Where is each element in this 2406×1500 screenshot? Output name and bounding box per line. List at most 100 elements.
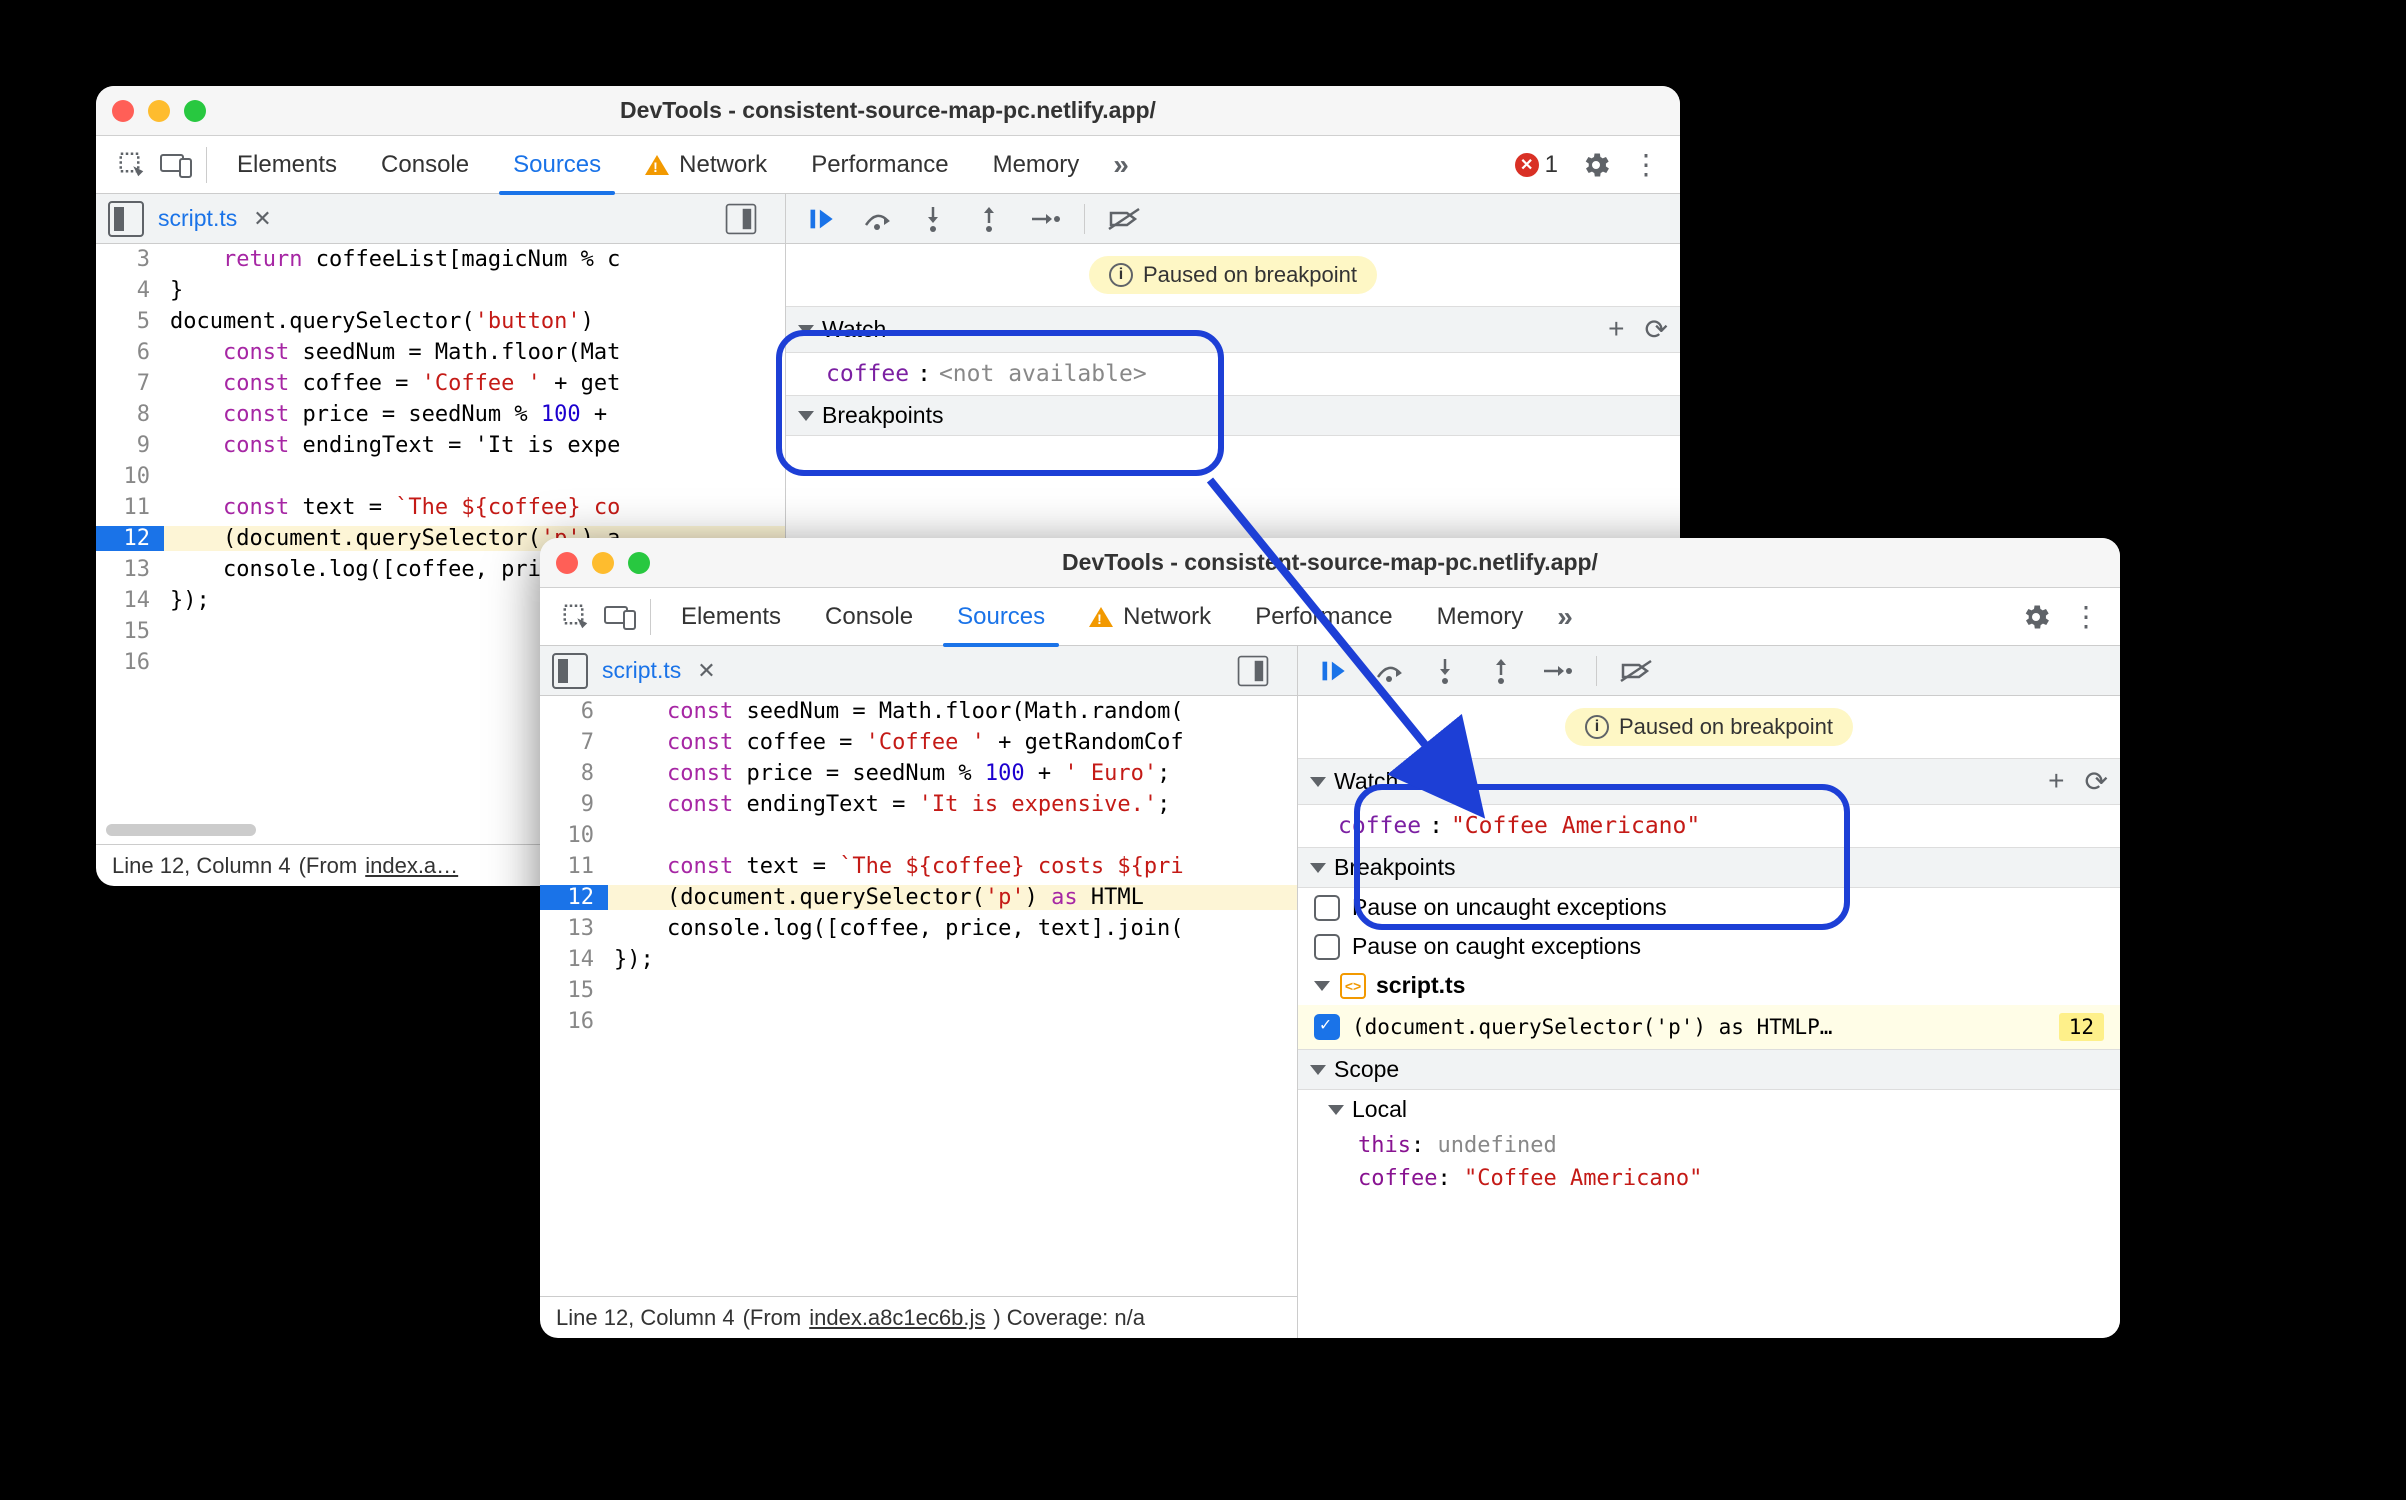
maximize-window-icon[interactable] bbox=[184, 100, 206, 122]
code-line[interactable]: 6 const seedNum = Math.floor(Mat bbox=[96, 337, 785, 368]
code-line[interactable]: 12 (document.querySelector('p') as HTML bbox=[540, 882, 1297, 913]
file-tab[interactable]: script.ts ✕ bbox=[602, 657, 716, 684]
pause-caught-checkbox[interactable]: Pause on caught exceptions bbox=[1298, 927, 2120, 966]
settings-gear-icon[interactable] bbox=[1580, 149, 1612, 181]
resume-icon[interactable] bbox=[804, 202, 838, 236]
code-line[interactable]: 15 bbox=[540, 975, 1297, 1006]
code-line[interactable]: 7 const coffee = 'Coffee ' + getRandomCo… bbox=[540, 727, 1297, 758]
pause-uncaught-checkbox[interactable]: Pause on uncaught exceptions bbox=[1298, 888, 2120, 927]
main-tabrow: Elements Console Sources Network Perform… bbox=[96, 136, 1680, 194]
close-window-icon[interactable] bbox=[556, 552, 578, 574]
settings-gear-icon[interactable] bbox=[2020, 601, 2052, 633]
editor-subbar: script.ts ✕ bbox=[540, 646, 1297, 696]
inspect-icon[interactable] bbox=[554, 595, 598, 639]
close-window-icon[interactable] bbox=[112, 100, 134, 122]
breakpoints-header[interactable]: Breakpoints bbox=[1298, 847, 2120, 888]
add-watch-icon[interactable]: + bbox=[2048, 765, 2064, 798]
scope-header[interactable]: Scope bbox=[1298, 1049, 2120, 1090]
checkbox-icon[interactable] bbox=[1314, 1014, 1340, 1040]
navigator-toggle-icon[interactable] bbox=[108, 201, 144, 237]
tab-memory[interactable]: Memory bbox=[1415, 588, 1546, 646]
watch-header[interactable]: Watch + ⟳ bbox=[786, 306, 1680, 353]
code-line[interactable]: 16 bbox=[540, 1006, 1297, 1037]
code-editor[interactable]: 6 const seedNum = Math.floor(Math.random… bbox=[540, 696, 1297, 1296]
step-icon[interactable] bbox=[1028, 202, 1062, 236]
step-into-icon[interactable] bbox=[1428, 654, 1462, 688]
tab-console[interactable]: Console bbox=[803, 588, 935, 646]
error-count-badge[interactable]: ✕ 1 bbox=[1515, 151, 1558, 179]
close-icon[interactable]: ✕ bbox=[253, 206, 271, 232]
more-menu-icon[interactable]: ⋮ bbox=[2062, 600, 2110, 633]
refresh-watch-icon[interactable]: ⟳ bbox=[2085, 765, 2108, 798]
deactivate-breakpoints-icon[interactable] bbox=[1107, 202, 1141, 236]
deactivate-breakpoints-icon[interactable] bbox=[1619, 654, 1653, 688]
watch-expression[interactable]: coffee: "Coffee Americano" bbox=[1298, 805, 2120, 847]
device-toggle-icon[interactable] bbox=[598, 595, 642, 639]
tab-console[interactable]: Console bbox=[359, 136, 491, 194]
tab-sources[interactable]: Sources bbox=[935, 588, 1067, 646]
code-line[interactable]: 3 return coffeeList[magicNum % c bbox=[96, 244, 785, 275]
step-out-icon[interactable] bbox=[972, 202, 1006, 236]
tab-elements[interactable]: Elements bbox=[215, 136, 359, 194]
step-over-icon[interactable] bbox=[860, 202, 894, 236]
breakpoints-header[interactable]: Breakpoints bbox=[786, 395, 1680, 436]
tabs-overflow-icon[interactable]: » bbox=[1545, 601, 1585, 633]
code-line[interactable]: 7 const coffee = 'Coffee ' + get bbox=[96, 368, 785, 399]
code-line[interactable]: 8 const price = seedNum % 100 + ' Euro'; bbox=[540, 758, 1297, 789]
file-icon: <> bbox=[1340, 973, 1366, 999]
chevron-down-icon bbox=[1314, 981, 1330, 991]
code-line[interactable]: 10 bbox=[540, 820, 1297, 851]
status-bar: Line 12, Column 4 (From index.a8c1ec6b.j… bbox=[540, 1296, 1297, 1338]
tab-sources[interactable]: Sources bbox=[491, 136, 623, 194]
chevron-down-icon bbox=[1310, 863, 1326, 873]
code-line[interactable]: 6 const seedNum = Math.floor(Math.random… bbox=[540, 696, 1297, 727]
minimize-window-icon[interactable] bbox=[592, 552, 614, 574]
step-out-icon[interactable] bbox=[1484, 654, 1518, 688]
horizontal-scrollbar[interactable] bbox=[106, 824, 256, 836]
step-over-icon[interactable] bbox=[1372, 654, 1406, 688]
maximize-window-icon[interactable] bbox=[628, 552, 650, 574]
sourcemap-link[interactable]: index.a8c1ec6b.js bbox=[809, 1305, 985, 1331]
code-line[interactable]: 13 console.log([coffee, price, text].joi… bbox=[540, 913, 1297, 944]
breakpoint-file-header[interactable]: <> script.ts bbox=[1298, 966, 2120, 1005]
tab-performance[interactable]: Performance bbox=[1233, 588, 1414, 646]
tab-elements[interactable]: Elements bbox=[659, 588, 803, 646]
step-icon[interactable] bbox=[1540, 654, 1574, 688]
minimize-window-icon[interactable] bbox=[148, 100, 170, 122]
close-icon[interactable]: ✕ bbox=[697, 658, 715, 684]
titlebar: DevTools - consistent-source-map-pc.netl… bbox=[96, 86, 1680, 136]
code-line[interactable]: 11 const text = `The ${coffee} costs ${p… bbox=[540, 851, 1297, 882]
resume-icon[interactable] bbox=[1316, 654, 1350, 688]
code-line[interactable]: 10 bbox=[96, 461, 785, 492]
refresh-watch-icon[interactable]: ⟳ bbox=[1645, 313, 1668, 346]
code-line[interactable]: 8 const price = seedNum % 100 + bbox=[96, 399, 785, 430]
inspect-icon[interactable] bbox=[110, 143, 154, 187]
code-line[interactable]: 5document.querySelector('button') bbox=[96, 306, 785, 337]
code-line[interactable]: 11 const text = `The ${coffee} co bbox=[96, 492, 785, 523]
code-line[interactable]: 9 const endingText = 'It is expensive.'; bbox=[540, 789, 1297, 820]
main-tabrow: Elements Console Sources Network Perform… bbox=[540, 588, 2120, 646]
tabs-overflow-icon[interactable]: » bbox=[1101, 149, 1141, 181]
more-menu-icon[interactable]: ⋮ bbox=[1622, 148, 1670, 181]
checkbox-icon[interactable] bbox=[1314, 895, 1340, 921]
device-toggle-icon[interactable] bbox=[154, 143, 198, 187]
code-line[interactable]: 4} bbox=[96, 275, 785, 306]
tab-network[interactable]: Network bbox=[623, 136, 789, 194]
more-panel-icon[interactable] bbox=[1238, 655, 1269, 686]
add-watch-icon[interactable]: + bbox=[1608, 313, 1624, 346]
tab-memory[interactable]: Memory bbox=[971, 136, 1102, 194]
scope-local-header[interactable]: Local bbox=[1298, 1090, 2120, 1129]
code-line[interactable]: 9 const endingText = 'It is expe bbox=[96, 430, 785, 461]
watch-expression[interactable]: coffee: <not available> bbox=[786, 353, 1680, 395]
watch-header[interactable]: Watch + ⟳ bbox=[1298, 758, 2120, 805]
file-tab[interactable]: script.ts ✕ bbox=[158, 205, 272, 232]
tab-performance[interactable]: Performance bbox=[789, 136, 970, 194]
step-into-icon[interactable] bbox=[916, 202, 950, 236]
tab-network[interactable]: Network bbox=[1067, 588, 1233, 646]
breakpoint-item[interactable]: (document.querySelector('p') as HTMLP… 1… bbox=[1298, 1005, 2120, 1049]
code-line[interactable]: 14}); bbox=[540, 944, 1297, 975]
more-panel-icon[interactable] bbox=[726, 203, 757, 234]
navigator-toggle-icon[interactable] bbox=[552, 653, 588, 689]
sourcemap-link[interactable]: index.a… bbox=[365, 853, 458, 879]
checkbox-icon[interactable] bbox=[1314, 934, 1340, 960]
